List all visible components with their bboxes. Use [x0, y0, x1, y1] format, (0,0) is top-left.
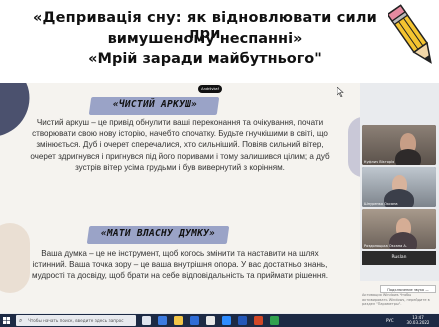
- participant-name-tile[interactable]: Ruslan: [362, 251, 436, 265]
- title-line-3: «Мрій заради майбутнього": [88, 51, 322, 67]
- decor-blob: [0, 223, 30, 293]
- panel-footer: Подключение звука — Активация Windows Чт…: [360, 281, 439, 313]
- taskbar: ⌕ Чтобы начать поиск, введите здесь запр…: [0, 314, 439, 327]
- search-placeholder: Чтобы начать поиск, введите здесь запрос: [28, 318, 124, 323]
- search-icon: ⌕: [19, 317, 23, 324]
- screen-capture: Andriivkaf «ЧИСТИЙ АРКУШ» Чистий аркуш –…: [0, 83, 439, 317]
- title-line-2: вимушеному неспанні»: [107, 31, 303, 47]
- task-view-icon[interactable]: [142, 316, 151, 325]
- file-explorer-icon[interactable]: [174, 316, 183, 325]
- activation-notice: Активация Windows Чтобы активировать Win…: [362, 293, 430, 306]
- participant-name: Роздолоцька Оксана А.: [364, 244, 407, 248]
- chrome-icon[interactable]: [270, 316, 279, 325]
- slide-paragraph-1: Чистий аркуш – це привід обнулити ваші п…: [30, 118, 330, 172]
- mouse-cursor-icon: [337, 87, 344, 97]
- participant-name: Шнуренко Оксана: [364, 202, 398, 206]
- edge-browser-icon[interactable]: [158, 316, 167, 325]
- zoom-icon[interactable]: [222, 316, 231, 325]
- video-tile[interactable]: Шнуренко Оксана: [362, 167, 436, 207]
- word-icon[interactable]: [238, 316, 247, 325]
- slide-paragraph-2: Ваша думка – це не інструмент, щоб когос…: [32, 249, 328, 281]
- system-tray: РУС 13:47 30.03.2022: [380, 314, 439, 327]
- decor-blob: [348, 117, 360, 177]
- clock[interactable]: 13:47 30.03.2022: [404, 315, 432, 325]
- powerpoint-icon[interactable]: [254, 316, 263, 325]
- slide-heading-1: «ЧИСТИЙ АРКУШ»: [112, 99, 198, 110]
- pencil-icon: [388, 4, 432, 64]
- presentation-slide: Andriivkaf «ЧИСТИЙ АРКУШ» Чистий аркуш –…: [0, 83, 360, 313]
- language-indicator[interactable]: РУС: [386, 318, 394, 323]
- mail-icon[interactable]: [206, 316, 215, 325]
- join-audio-button[interactable]: Подключение звука —: [380, 285, 436, 293]
- video-title-area: «Депривація сну: як відновлювати сили пр…: [0, 0, 439, 88]
- taskbar-search-input[interactable]: ⌕ Чтобы начать поиск, введите здесь запр…: [16, 315, 136, 326]
- presenter-badge: Andriivkaf: [198, 85, 222, 93]
- video-tile[interactable]: Куфлич Вікторія: [362, 125, 436, 165]
- clock-date: 30.03.2022: [406, 320, 430, 325]
- slide-heading-2: «МАТИ ВЛАСНУ ДУМКУ»: [100, 228, 216, 239]
- participant-name: Куфлич Вікторія: [364, 160, 395, 164]
- video-tile[interactable]: Роздолоцька Оксана А.: [362, 209, 436, 249]
- store-icon[interactable]: [190, 316, 199, 325]
- windows-start-icon[interactable]: [3, 317, 10, 324]
